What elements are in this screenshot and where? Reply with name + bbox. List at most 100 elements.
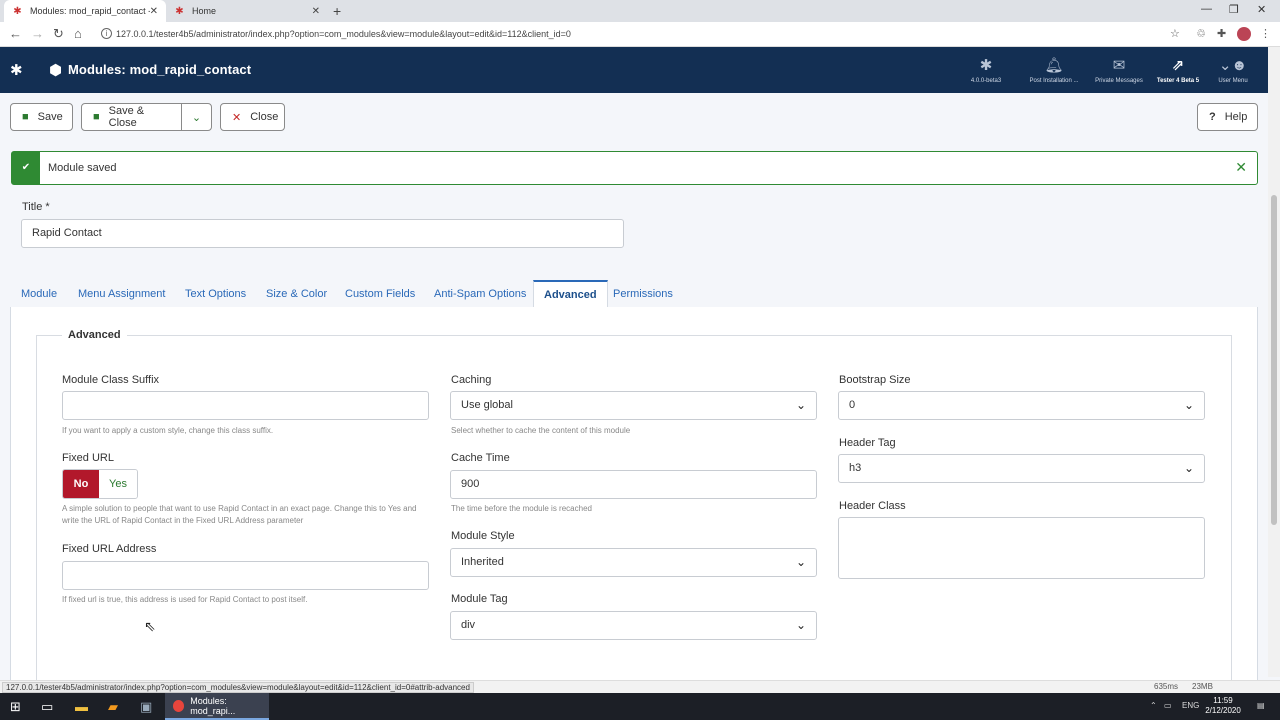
notifications-icon[interactable]: ▤ xyxy=(1257,701,1265,710)
save-icon: ■ xyxy=(22,111,29,123)
bookmark-star-icon[interactable]: ☆ xyxy=(1170,27,1180,40)
question-icon: ? xyxy=(1209,111,1216,123)
mouse-cursor-icon: ⇖ xyxy=(144,618,156,634)
browser-tab-home[interactable]: ✱ Home ✕ xyxy=(166,0,328,22)
fixed-url-help: A simple solution to people that want to… xyxy=(62,504,417,525)
module-class-suffix-help: If you want to apply a custom style, cha… xyxy=(62,426,274,435)
fixed-url-address-label: Fixed URL Address xyxy=(62,543,157,555)
puzzle-icon[interactable]: ✚ xyxy=(1217,27,1226,40)
windows-start-icon[interactable]: ⊞ xyxy=(10,699,21,715)
title-input[interactable]: Rapid Contact xyxy=(21,219,624,248)
back-arrow-icon[interactable]: ← xyxy=(9,26,22,41)
browser-tab-title: Modules: mod_rapid_contact - Te xyxy=(30,6,150,16)
module-class-suffix-label: Module Class Suffix xyxy=(62,374,160,386)
page-title: Modules: mod_rapid_contact xyxy=(68,62,252,77)
close-tab-icon[interactable]: ✕ xyxy=(150,6,158,17)
tab-anti-spam-options[interactable]: Anti-Spam Options xyxy=(434,288,526,300)
module-tabs: Module Menu Assignment Text Options Size… xyxy=(10,280,1258,308)
status-link-preview: 127.0.0.1/tester4b5/administrator/index.… xyxy=(2,682,474,693)
task-view-icon[interactable]: ▭ xyxy=(41,699,53,715)
header-class-label: Header Class xyxy=(839,500,906,512)
tab-custom-fields[interactable]: Custom Fields xyxy=(345,288,415,300)
bootstrap-size-select[interactable]: 0 ⌄ xyxy=(838,391,1205,420)
fixed-url-address-help: If fixed url is true, this address is us… xyxy=(62,595,308,604)
profile-avatar[interactable] xyxy=(1237,27,1251,41)
tab-advanced[interactable]: Advanced xyxy=(533,280,608,308)
caching-help: Select whether to cache the content of t… xyxy=(451,426,631,435)
network-icon[interactable]: ▭ xyxy=(1164,701,1172,710)
restore-icon[interactable]: ❐ xyxy=(1229,3,1239,16)
header-version[interactable]: ✱ 4.0.0-beta3 xyxy=(951,57,1021,84)
minimize-icon[interactable]: — xyxy=(1201,3,1212,15)
browser-tab-bar: ✱ Modules: mod_rapid_contact - Te ✕ ✱ Ho… xyxy=(0,0,1280,22)
bell-icon: 🔔︎ xyxy=(1044,57,1064,74)
module-tag-select[interactable]: div ⌄ xyxy=(450,611,817,640)
tab-text-options[interactable]: Text Options xyxy=(185,288,246,300)
save-button[interactable]: ■ Save xyxy=(10,103,73,131)
joomla-favicon-icon: ✱ xyxy=(13,5,22,17)
chrome-icon xyxy=(173,699,185,712)
caching-label: Caching xyxy=(451,374,492,386)
close-tab-icon[interactable]: ✕ xyxy=(312,6,320,17)
save-close-button[interactable]: ■ Save & Close xyxy=(81,103,182,131)
tab-permissions[interactable]: Permissions xyxy=(613,288,673,300)
cube-icon: ⬢ xyxy=(49,62,63,79)
chevron-down-icon: ⌄ xyxy=(1183,461,1194,475)
admin-header: ✱ ⬢ Modules: mod_rapid_contact ✱ 4.0.0-b… xyxy=(0,47,1268,93)
help-button[interactable]: ? Help xyxy=(1197,103,1258,131)
joomla-icon: ✱ xyxy=(979,57,993,74)
header-post-installation[interactable]: 🔔︎ Post Installation ... xyxy=(1019,57,1089,84)
fieldset-legend: Advanced xyxy=(62,329,127,341)
alert-close-icon[interactable]: ✕ xyxy=(1235,159,1247,176)
extension-icon[interactable]: ♲ xyxy=(1196,27,1206,40)
browser-menu-icon[interactable]: ⋮ xyxy=(1260,27,1271,40)
terminal-icon[interactable]: ▣ xyxy=(140,699,152,715)
home-icon[interactable]: ⌂ xyxy=(74,26,82,41)
check-circle-icon: ✔ xyxy=(12,152,40,184)
new-tab-button[interactable]: + xyxy=(333,3,341,19)
tab-module[interactable]: Module xyxy=(21,288,57,300)
save-icon: ■ xyxy=(93,111,100,123)
url-field[interactable]: 127.0.0.1/tester4b5/administrator/index.… xyxy=(116,29,571,39)
module-style-select[interactable]: Inherited ⌄ xyxy=(450,548,817,577)
file-explorer-icon[interactable]: ▬ xyxy=(75,699,88,714)
header-tag-select[interactable]: h3 ⌄ xyxy=(838,454,1205,483)
site-info-icon[interactable]: i xyxy=(101,28,112,39)
scrollbar-thumb[interactable] xyxy=(1271,195,1277,525)
browser-tab-title: Home xyxy=(192,6,217,16)
tab-menu-assignment[interactable]: Menu Assignment xyxy=(78,288,165,300)
language-indicator[interactable]: ENG xyxy=(1182,701,1199,710)
tab-size-color[interactable]: Size & Color xyxy=(266,288,327,300)
chevron-down-icon: ⌄ xyxy=(795,555,806,569)
module-class-suffix-input[interactable] xyxy=(62,391,429,420)
fixed-url-address-input[interactable] xyxy=(62,561,429,590)
joomla-logo-icon[interactable]: ✱ xyxy=(10,61,23,79)
caching-select[interactable]: Use global ⌄ xyxy=(450,391,817,420)
title-label: Title * xyxy=(22,201,50,213)
header-user-menu[interactable]: ⌄☻ User Menu xyxy=(1198,57,1268,84)
sublime-icon[interactable]: ▰ xyxy=(108,699,118,715)
module-style-label: Module Style xyxy=(451,530,515,542)
save-dropdown-toggle[interactable]: ⌄ xyxy=(181,103,212,131)
module-tag-label: Module Tag xyxy=(451,593,508,605)
window-close-icon[interactable]: ✕ xyxy=(1257,3,1266,16)
taskbar-chrome-app[interactable]: Modules: mod_rapi... xyxy=(165,693,269,720)
fixed-url-no-option[interactable]: No xyxy=(63,470,99,498)
browser-tab-modules[interactable]: ✱ Modules: mod_rapid_contact - Te ✕ xyxy=(4,0,166,22)
fixed-url-yes-option[interactable]: Yes xyxy=(99,470,137,498)
taskbar-clock[interactable]: 11:59 2/12/2020 xyxy=(1200,696,1246,716)
forward-arrow-icon[interactable]: → xyxy=(31,26,44,41)
user-icon: ⌄☻ xyxy=(1218,57,1248,74)
chevron-down-icon: ⌄ xyxy=(191,111,202,124)
tray-chevron-icon[interactable]: ⌃ xyxy=(1150,701,1157,710)
reload-icon[interactable]: ↻ xyxy=(53,26,64,42)
fixed-url-toggle[interactable]: No Yes xyxy=(62,469,138,499)
close-button[interactable]: ✕ Close xyxy=(220,103,285,131)
header-class-textarea[interactable] xyxy=(838,517,1205,579)
alert-message: Module saved xyxy=(48,162,117,174)
cache-time-input[interactable]: 900 xyxy=(450,470,817,499)
close-icon: ✕ xyxy=(232,111,242,124)
os-taskbar: ⊞ ▭ ▬ ▰ ▣ Modules: mod_rapi... ⌃ ▭ ENG 1… xyxy=(0,693,1280,720)
address-bar: ← → ↻ ⌂ i 127.0.0.1/tester4b5/administra… xyxy=(0,22,1280,47)
status-load-time: 635ms xyxy=(1154,682,1179,691)
